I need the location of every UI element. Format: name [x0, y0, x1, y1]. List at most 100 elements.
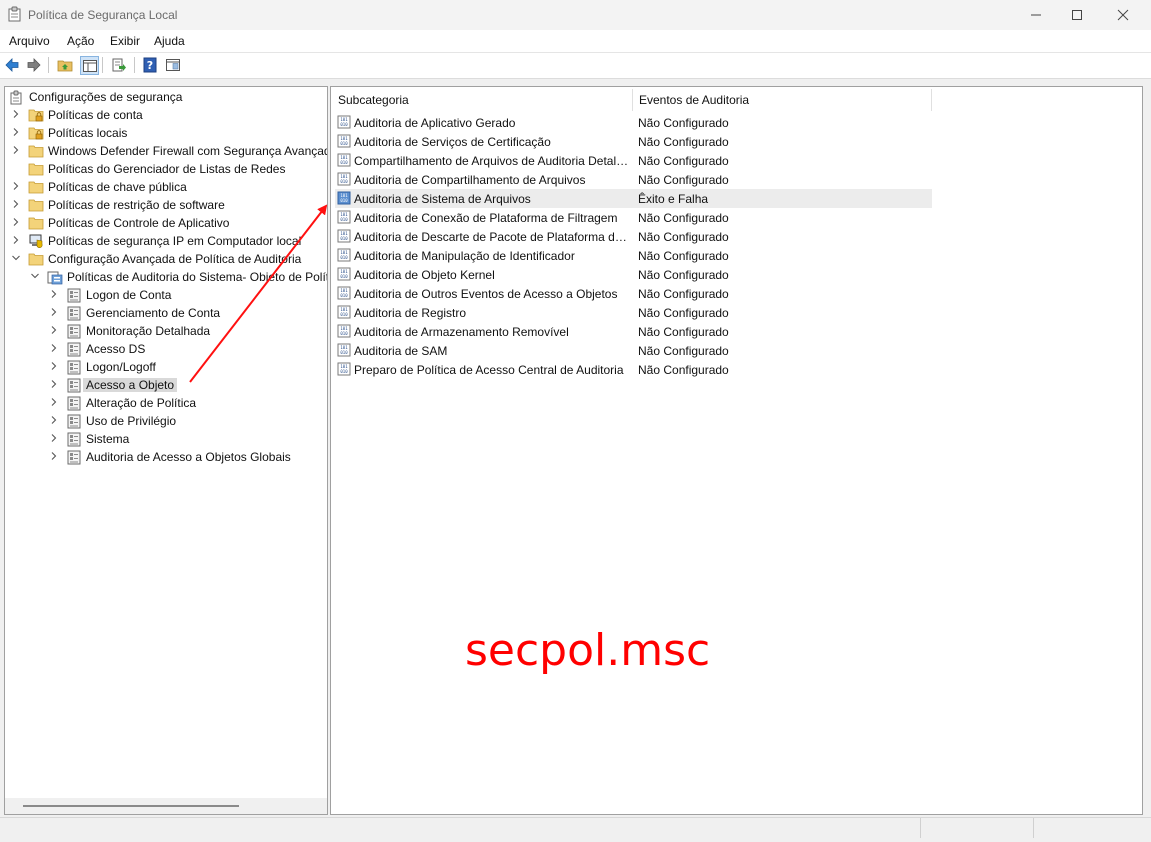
- list-item[interactable]: 101 010 Auditoria de Aplicativo Gerado Não …: [335, 113, 932, 132]
- menu-acao[interactable]: Ação: [67, 34, 94, 48]
- column-header-subcategoria[interactable]: Subcategoria: [331, 87, 631, 111]
- folder-icon: [28, 199, 44, 212]
- tree-item-label: Alteração de Política: [86, 396, 197, 410]
- tree-item[interactable]: Configuração Avançada de Política de Aud…: [5, 250, 327, 268]
- chevron-right-icon[interactable]: [49, 379, 59, 389]
- tree-pane[interactable]: Configurações de segurança Políticas de …: [4, 86, 328, 815]
- chevron-right-icon[interactable]: [11, 127, 21, 137]
- chevron-down-icon[interactable]: [30, 271, 40, 281]
- scrollbar-thumb[interactable]: [23, 805, 239, 807]
- tree-item-label: Windows Defender Firewall com Segurança …: [48, 144, 328, 158]
- chevron-right-icon[interactable]: [49, 289, 59, 299]
- tree-item[interactable]: Auditoria de Acesso a Objetos Globais: [5, 448, 327, 466]
- back-button[interactable]: [3, 56, 21, 74]
- chevron-right-icon[interactable]: [49, 415, 59, 425]
- menu-exibir[interactable]: Exibir: [110, 34, 140, 48]
- chevron-right-icon[interactable]: [49, 397, 59, 407]
- list-item[interactable]: 101 010 Auditoria de Conexão de Plataforma…: [335, 208, 932, 227]
- security-policy-icon: [10, 90, 22, 105]
- folder-lock-icon: [28, 109, 44, 122]
- audit-events-value: Não Configurado: [638, 230, 729, 244]
- tree-item[interactable]: Políticas de segurança IP em Computador …: [5, 232, 327, 250]
- tree-item[interactable]: Windows Defender Firewall com Segurança …: [5, 142, 327, 160]
- chevron-right-icon[interactable]: [11, 199, 21, 209]
- audit-setting-icon: 101010: [337, 191, 351, 205]
- chevron-right-icon[interactable]: [11, 217, 21, 227]
- list-item[interactable]: 101 010 Auditoria de Registro Não Configura…: [335, 303, 932, 322]
- tree-item[interactable]: Gerenciamento de Conta: [5, 304, 327, 322]
- tree-item[interactable]: Uso de Privilégio: [5, 412, 327, 430]
- chevron-right-icon[interactable]: [49, 451, 59, 461]
- back-arrow-icon: [5, 58, 19, 72]
- list-item[interactable]: 101 010 Auditoria de Compartilhamento de A…: [335, 170, 932, 189]
- chevron-down-icon[interactable]: [11, 253, 21, 263]
- column-header-eventos[interactable]: Eventos de Auditoria: [632, 87, 931, 111]
- svg-text:010: 010: [340, 179, 348, 184]
- chevron-right-icon[interactable]: [11, 235, 21, 245]
- list-item[interactable]: 101 010 Auditoria de Serviços de Certifica…: [335, 132, 932, 151]
- folder-icon: [28, 217, 44, 230]
- maximize-button[interactable]: [1054, 0, 1100, 30]
- tree-item[interactable]: Políticas de chave pública: [5, 178, 327, 196]
- chevron-right-icon[interactable]: [11, 181, 21, 191]
- tree-item[interactable]: Monitoração Detalhada: [5, 322, 327, 340]
- tree-root[interactable]: Configurações de segurança: [5, 88, 327, 106]
- subcategory-name: Auditoria de Sistema de Arquivos: [354, 192, 531, 206]
- subcategory-name: Auditoria de Descarte de Pacote de Plata…: [354, 230, 630, 244]
- tree-item[interactable]: Acesso DS: [5, 340, 327, 358]
- svg-text:010: 010: [340, 236, 348, 241]
- tree-item[interactable]: Políticas do Gerenciador de Listas de Re…: [5, 160, 327, 178]
- chevron-right-icon[interactable]: [11, 109, 21, 119]
- list-item[interactable]: 101 010 Auditoria de Sistema de Arquivos Êx…: [335, 189, 932, 208]
- chevron-right-icon[interactable]: [49, 307, 59, 317]
- audit-category-icon: [67, 432, 81, 447]
- audit-setting-icon: 101010: [337, 210, 351, 224]
- chevron-right-icon[interactable]: [49, 325, 59, 335]
- chevron-right-icon[interactable]: [11, 145, 21, 155]
- close-button[interactable]: [1100, 0, 1146, 30]
- list-item[interactable]: 101 010 Compartilhamento de Arquivos de Au…: [335, 151, 932, 170]
- audit-setting-icon: 101010: [337, 134, 351, 148]
- tree-item[interactable]: Alteração de Política: [5, 394, 327, 412]
- forward-button[interactable]: [25, 56, 43, 74]
- folder-icon: [28, 163, 44, 176]
- list-item[interactable]: 101 010 Auditoria de Descarte de Pacote de…: [335, 227, 932, 246]
- help-icon: ?: [143, 57, 157, 73]
- ip-security-icon: [29, 234, 43, 248]
- tree-item[interactable]: Sistema: [5, 430, 327, 448]
- subcategory-name: Auditoria de Outros Eventos de Acesso a …: [354, 287, 618, 301]
- folder-lock-icon: [28, 127, 44, 140]
- properties-button[interactable]: [164, 56, 182, 74]
- svg-text:?: ?: [147, 59, 153, 72]
- tree-item[interactable]: Políticas de conta: [5, 106, 327, 124]
- tree-item[interactable]: Acesso a Objeto: [5, 376, 327, 394]
- list-item[interactable]: 101 010 Auditoria de Outros Eventos de Ace…: [335, 284, 932, 303]
- list-item[interactable]: 101 010 Auditoria de Armazenamento Removív…: [335, 322, 932, 341]
- chevron-right-icon[interactable]: [49, 361, 59, 371]
- tree-item[interactable]: Logon/Logoff: [5, 358, 327, 376]
- folder-icon: [28, 181, 44, 194]
- list-item[interactable]: 101 010 Auditoria de SAM Não Configurado: [335, 341, 932, 360]
- tree-item[interactable]: Políticas de restrição de software: [5, 196, 327, 214]
- tree-item[interactable]: Políticas de Controle de Aplicativo: [5, 214, 327, 232]
- annotation-text: secpol.msc: [465, 625, 711, 676]
- up-folder-button[interactable]: [56, 56, 74, 74]
- list-item[interactable]: 101 010 Preparo de Política de Acesso Cent…: [335, 360, 932, 379]
- window-title: Política de Segurança Local: [28, 8, 178, 22]
- tree-item[interactable]: Políticas locais: [5, 124, 327, 142]
- tree-horizontal-scrollbar[interactable]: [5, 798, 327, 814]
- list-item[interactable]: 101 010 Auditoria de Objeto Kernel Não Conf…: [335, 265, 932, 284]
- tree-item[interactable]: Políticas de Auditoria do Sistema- Objet…: [5, 268, 327, 286]
- show-hide-tree-button[interactable]: [80, 56, 99, 75]
- menu-ajuda[interactable]: Ajuda: [154, 34, 185, 48]
- export-list-button[interactable]: [110, 56, 128, 74]
- minimize-button[interactable]: [1013, 0, 1059, 30]
- chevron-right-icon[interactable]: [49, 433, 59, 443]
- menu-arquivo[interactable]: Arquivo: [9, 34, 50, 48]
- tree-item[interactable]: Logon de Conta: [5, 286, 327, 304]
- chevron-right-icon[interactable]: [49, 343, 59, 353]
- help-button[interactable]: ?: [141, 56, 159, 74]
- svg-text:010: 010: [340, 122, 348, 127]
- list-item[interactable]: 101 010 Auditoria de Manipulação de Identi…: [335, 246, 932, 265]
- tree-item-label: Políticas do Gerenciador de Listas de Re…: [48, 162, 286, 176]
